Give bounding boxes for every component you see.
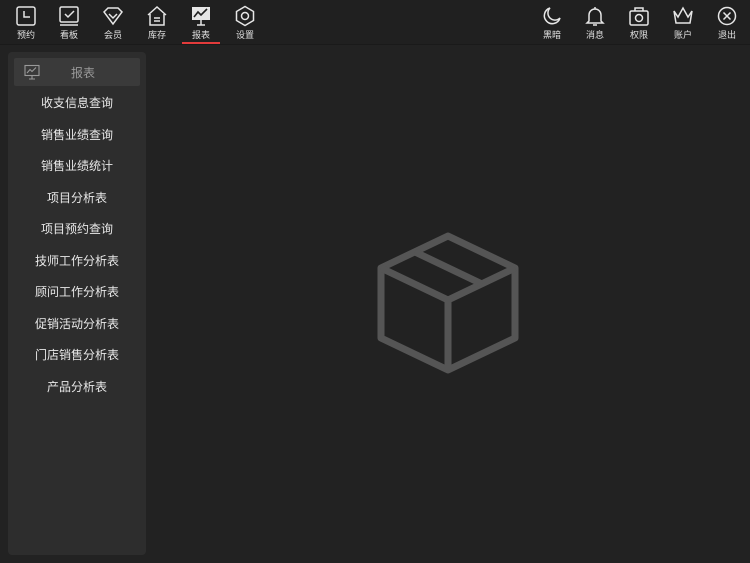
nav-item-inventory[interactable]: 库存 (137, 5, 177, 43)
nav-label: 报表 (191, 31, 210, 41)
report-item-project-booking[interactable]: 项目预约查询 (8, 214, 146, 246)
report-item-consultant-analysis[interactable]: 顾问工作分析表 (8, 277, 146, 309)
nav-label: 设置 (235, 31, 254, 41)
report-item-sales-query[interactable]: 销售业绩查询 (8, 120, 146, 152)
report-item-product-analysis[interactable]: 产品分析表 (8, 372, 146, 404)
nav-label: 权限 (629, 31, 648, 41)
nav-item-dark-mode[interactable]: 黑暗 (532, 5, 572, 43)
nav-label: 黑暗 (542, 31, 561, 41)
crown-icon (673, 6, 693, 24)
nav-label: 会员 (103, 31, 122, 41)
report-list: 收支信息查询 销售业绩查询 销售业绩统计 项目分析表 项目预约查询 技师工作分析… (8, 88, 146, 403)
diamond-icon (103, 7, 123, 26)
nav-item-permissions[interactable]: 权限 (619, 5, 659, 43)
chart-board-icon (192, 7, 210, 26)
nav-label: 退出 (717, 31, 736, 41)
nav-item-board[interactable]: 看板 (49, 5, 89, 43)
hexagon-icon (235, 5, 255, 27)
nav-label: 账户 (673, 31, 692, 41)
empty-box-icon (377, 232, 519, 374)
sidebar-header: 报表 (14, 58, 140, 86)
top-nav-bar: 预约 看板 会员 库存 报表 设置 黑暗 消息 权限 账户 退出 (0, 0, 750, 45)
report-sidebar: 报表 收支信息查询 销售业绩查询 销售业绩统计 项目分析表 项目预约查询 技师工… (8, 52, 146, 555)
moon-icon (543, 7, 561, 25)
nav-item-member[interactable]: 会员 (93, 5, 133, 43)
report-item-technician-analysis[interactable]: 技师工作分析表 (8, 246, 146, 278)
nav-item-report[interactable]: 报表 (181, 5, 221, 44)
nav-label: 预约 (16, 31, 35, 41)
checkbox-icon (59, 6, 79, 26)
camera-icon (629, 7, 649, 26)
report-item-sales-stats[interactable]: 销售业绩统计 (8, 151, 146, 183)
close-circle-icon (717, 6, 737, 26)
report-item-store-sales-analysis[interactable]: 门店销售分析表 (8, 340, 146, 372)
house-icon (147, 5, 167, 26)
clock-icon (16, 6, 36, 26)
nav-item-logout[interactable]: 退出 (707, 5, 747, 43)
report-item-project-analysis[interactable]: 项目分析表 (8, 183, 146, 215)
nav-item-appointment[interactable]: 预约 (6, 5, 46, 43)
report-item-promotion-analysis[interactable]: 促销活动分析表 (8, 309, 146, 341)
bell-icon (585, 7, 605, 26)
nav-item-settings[interactable]: 设置 (225, 5, 265, 43)
nav-label: 看板 (59, 31, 78, 41)
active-tab-indicator (182, 42, 220, 44)
nav-label: 消息 (585, 31, 604, 41)
sidebar-title: 报表 (70, 65, 95, 80)
nav-label: 库存 (147, 31, 166, 41)
report-item-income-expense[interactable]: 收支信息查询 (8, 88, 146, 120)
nav-item-account[interactable]: 账户 (663, 5, 703, 43)
nav-item-messages[interactable]: 消息 (575, 5, 615, 43)
